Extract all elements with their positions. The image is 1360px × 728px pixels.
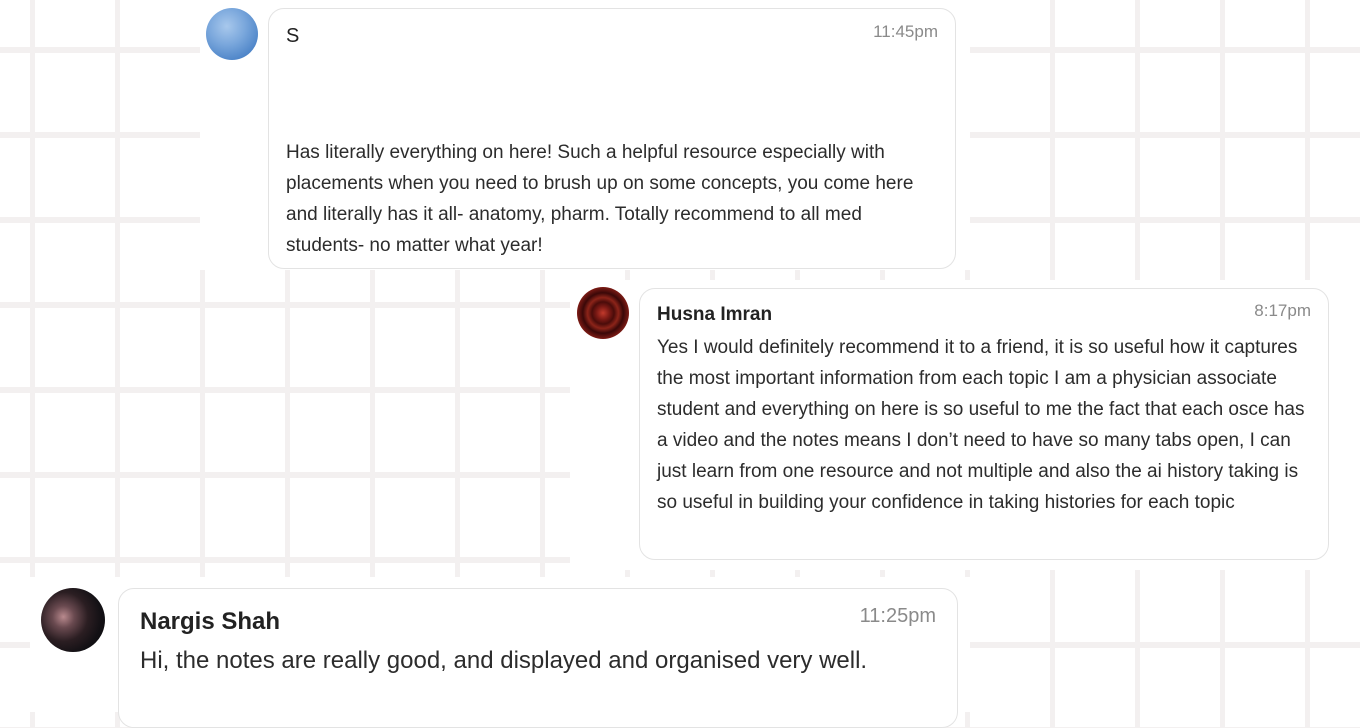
message-bubble: S 11:45pm Has literally everything on he…: [268, 8, 956, 269]
avatar: [206, 8, 258, 60]
message-text: Yes I would definitely recommend it to a…: [657, 337, 1305, 513]
review-message: Husna Imran 8:17pm Yes I would definitel…: [570, 280, 1360, 570]
review-message: S 11:45pm Has literally everything on he…: [200, 0, 970, 270]
avatar: [577, 287, 629, 339]
message-time: 8:17pm: [1254, 301, 1311, 320]
avatar: [41, 588, 105, 652]
review-message: Nargis Shah 11:25pm Hi, the notes are re…: [30, 577, 970, 728]
message-bubble: Husna Imran 8:17pm Yes I would definitel…: [639, 288, 1329, 560]
author-name: Husna Imran: [657, 304, 773, 325]
message-text: Hi, the notes are really good, and displ…: [140, 647, 868, 674]
message-time: 11:45pm: [873, 22, 938, 41]
message-text: Has literally everything on here! Such a…: [286, 142, 914, 256]
author-name: S: [286, 25, 300, 47]
message-bubble: Nargis Shah 11:25pm Hi, the notes are re…: [118, 588, 958, 728]
message-time: 11:25pm: [859, 605, 936, 627]
author-name: Nargis Shah: [140, 608, 281, 635]
